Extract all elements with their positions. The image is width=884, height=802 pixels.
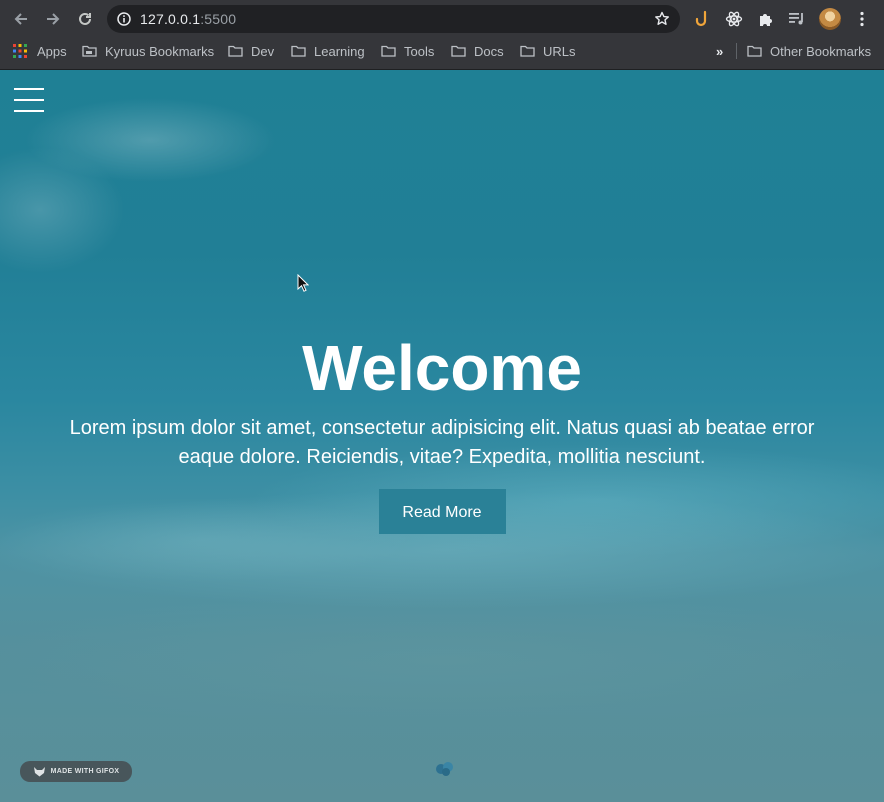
- back-button[interactable]: [9, 8, 33, 30]
- bookmark-label: Apps: [37, 43, 67, 59]
- url-port: :5500: [200, 11, 237, 27]
- bookmark-kyruus[interactable]: Kyruus Bookmarks: [82, 43, 214, 59]
- browser-chrome: 127.0.0.1:5500 Apps Kyruus Bookmarks Dev…: [0, 0, 884, 70]
- hero-section: Welcome Lorem ipsum dolor sit amet, cons…: [0, 70, 884, 802]
- star-icon[interactable]: [654, 11, 670, 27]
- bookmark-docs[interactable]: Docs: [451, 43, 504, 59]
- menu-bar: [14, 88, 44, 90]
- mouse-cursor-icon: [297, 274, 309, 292]
- kebab-menu-icon: [860, 11, 864, 27]
- bookmark-learning[interactable]: Learning: [291, 43, 365, 59]
- url-text[interactable]: 127.0.0.1:5500: [140, 11, 236, 27]
- media-button[interactable]: [787, 9, 807, 29]
- bookmarks-divider: [736, 43, 737, 59]
- hero-content: Welcome Lorem ipsum dolor sit amet, cons…: [0, 332, 884, 534]
- watermark-label: MADE WITH GIFOX: [50, 768, 120, 775]
- bookmark-apps[interactable]: Apps: [13, 43, 67, 59]
- menu-bar: [14, 99, 44, 101]
- playlist-music-icon: [789, 13, 803, 25]
- hero-text: Lorem ipsum dolor sit amet, consectetur …: [69, 417, 815, 468]
- menu-bar: [14, 110, 44, 112]
- fox-icon: [33, 767, 45, 777]
- address-bar[interactable]: 127.0.0.1:5500: [107, 5, 680, 33]
- wet-sand: [0, 590, 884, 730]
- bookmark-label: Dev: [251, 43, 275, 59]
- read-more-button[interactable]: Read More: [378, 489, 506, 534]
- puzzle-piece-icon: [760, 14, 772, 26]
- folder-icon: [520, 45, 535, 57]
- browser-toolbar: 127.0.0.1:5500: [0, 0, 884, 38]
- extensions-button[interactable]: [756, 9, 776, 29]
- reload-icon: [79, 12, 91, 25]
- hook-icon: [695, 10, 707, 27]
- folder-icon: [451, 45, 466, 57]
- url-host: 127.0.0.1: [140, 11, 201, 27]
- bookmarks-overflow-button[interactable]: »: [716, 43, 723, 59]
- browser-menu-button[interactable]: [852, 9, 872, 29]
- bookmarks-bar: Apps Kyruus Bookmarks Dev Learning Tools…: [0, 38, 884, 64]
- folder-icon: [228, 45, 243, 57]
- bookmark-tools[interactable]: Tools: [381, 43, 434, 59]
- bookmark-label: Docs: [474, 43, 504, 59]
- bookmark-label: Kyruus Bookmarks: [105, 43, 215, 59]
- info-icon[interactable]: [117, 12, 131, 26]
- reload-button[interactable]: [73, 8, 97, 30]
- bookmark-label: Other Bookmarks: [770, 43, 872, 59]
- bookmark-label: URLs: [543, 43, 576, 59]
- folder-icon: [291, 45, 306, 57]
- extension-hook-button[interactable]: [692, 9, 712, 29]
- profile-avatar[interactable]: [819, 8, 841, 30]
- bookmark-urls[interactable]: URLs: [520, 43, 576, 59]
- arrow-right-icon: [47, 13, 60, 25]
- arrow-left-icon: [14, 13, 27, 25]
- flower-icon: [436, 762, 453, 776]
- bookmark-dev[interactable]: Dev: [228, 43, 274, 59]
- folder-icon: [747, 45, 762, 57]
- apps-grid-icon: [13, 44, 27, 58]
- folder-icon: [381, 45, 396, 57]
- gifox-watermark: MADE WITH GIFOX: [20, 761, 132, 782]
- hamburger-menu-button[interactable]: [14, 88, 44, 112]
- other-bookmarks[interactable]: Other Bookmarks: [747, 43, 871, 59]
- bookmark-label: Learning: [314, 43, 365, 59]
- extension-react-button[interactable]: [724, 9, 744, 29]
- hero-title: Welcome: [302, 332, 582, 404]
- react-atom-icon: [725, 11, 743, 27]
- bookmark-label: Tools: [404, 43, 435, 59]
- folder-icon: [82, 45, 97, 57]
- forward-button[interactable]: [41, 8, 65, 30]
